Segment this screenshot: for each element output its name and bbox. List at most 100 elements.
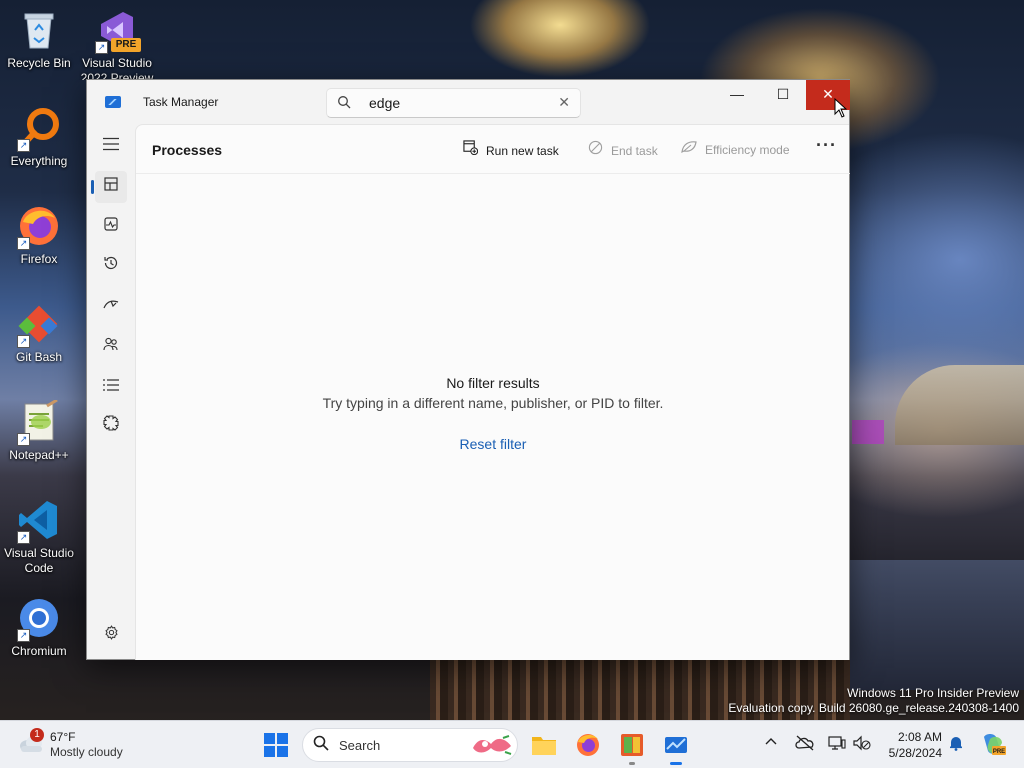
app-icon[interactable] [616, 729, 648, 765]
shortcut-arrow-icon: ↗ [17, 335, 30, 348]
desktop-icon-label: Notepad++ [9, 448, 69, 462]
shortcut-arrow-icon: ↗ [17, 629, 30, 642]
desktop-icon-vscode[interactable]: ↗ Visual Studio Code [1, 498, 77, 576]
efficiency-mode-button[interactable]: Efficiency mode [681, 140, 790, 158]
weather-widget[interactable]: 1 67°F Mostly cloudy [16, 728, 156, 762]
users-icon[interactable] [95, 331, 127, 363]
search-box[interactable]: ✕ [326, 88, 581, 118]
search-icon [337, 95, 351, 112]
volume-muted-icon[interactable] [853, 735, 871, 754]
desktop-icon-firefox[interactable]: ↗ Firefox [1, 204, 77, 267]
run-new-task-button[interactable]: Run new task [462, 140, 559, 158]
sidebar [87, 124, 135, 660]
recycle-bin-icon [17, 8, 61, 52]
wallpaper-building [895, 365, 1024, 445]
vscode-icon: ↗ [17, 498, 61, 544]
end-task-icon [587, 140, 603, 159]
git-bash-icon: ↗ [17, 302, 61, 348]
shortcut-arrow-icon: ↗ [17, 531, 30, 544]
performance-icon[interactable] [95, 211, 127, 243]
start-button[interactable] [264, 733, 288, 757]
firefox-icon: ↗ [17, 204, 61, 250]
efficiency-mode-label: Efficiency mode [705, 143, 790, 157]
desktop-icon-label: Visual Studio 2022 Preview [80, 56, 154, 80]
firefox-icon[interactable] [572, 729, 604, 761]
run-task-icon [462, 140, 478, 159]
windows-logo-pane [264, 746, 275, 757]
shortcut-arrow-icon: ↗ [17, 237, 30, 250]
reset-filter-link[interactable]: Reset filter [460, 436, 527, 452]
search-highlight-icon [471, 734, 513, 756]
empty-state-heading: No filter results [446, 375, 540, 391]
watermark-line-2: Evaluation copy. Build 26080.ge_release.… [728, 701, 1019, 715]
chromium-icon: ↗ [17, 596, 61, 642]
window-title: Task Manager [143, 95, 219, 109]
desktop-icon-label: Everything [10, 154, 68, 168]
desktop-icon-label: Recycle Bin [7, 56, 71, 70]
end-task-button[interactable]: End task [587, 140, 658, 158]
title-bar[interactable]: Task Manager ✕ — ☐ ✕ [87, 80, 850, 124]
maximize-button[interactable]: ☐ [760, 80, 806, 110]
desktop-icon-git-bash[interactable]: ↗ Git Bash [1, 302, 77, 365]
onedrive-offline-icon[interactable] [795, 735, 815, 754]
processes-panel: Processes Run new task End task Efficien… [135, 124, 850, 660]
everything-search-icon: ↗ [17, 106, 61, 152]
notepadpp-icon: ↗ [17, 398, 61, 446]
task-manager-icon[interactable] [660, 729, 692, 765]
app-history-icon[interactable] [95, 251, 127, 283]
weather-alert-badge: 1 [30, 728, 44, 742]
minimize-button[interactable]: — [714, 80, 760, 110]
task-manager-window: Task Manager ✕ — ☐ ✕ [86, 79, 850, 660]
preview-badge: PRE [111, 38, 141, 52]
weather-condition: Mostly cloudy [50, 745, 123, 759]
desktop-icon-recycle-bin[interactable]: Recycle Bin [1, 8, 77, 71]
desktop-icon-visual-studio[interactable]: PRE ↗ Visual Studio 2022 Preview [79, 8, 155, 80]
system-clock[interactable]: 2:08 AM 5/28/2024 [880, 729, 942, 761]
taskbar: 1 67°F Mostly cloudy Search 2:08 AM 5/28… [0, 720, 1024, 768]
services-icon[interactable] [95, 411, 127, 443]
empty-state: No filter results Try typing in a differ… [136, 375, 850, 452]
shortcut-arrow-icon: ↗ [17, 433, 30, 446]
mouse-cursor [834, 97, 848, 121]
taskbar-search-label: Search [339, 738, 381, 753]
menu-icon[interactable] [95, 131, 127, 163]
show-hidden-icons-chevron-icon[interactable] [764, 735, 778, 752]
leaf-icon [681, 140, 697, 158]
clear-search-icon[interactable]: ✕ [558, 94, 570, 111]
taskbar-search[interactable]: Search [302, 728, 518, 762]
settings-icon[interactable] [95, 620, 127, 652]
search-icon [313, 735, 329, 756]
run-new-task-label: Run new task [486, 144, 559, 158]
startup-apps-icon[interactable] [95, 291, 127, 323]
clock-time: 2:08 AM [897, 730, 942, 744]
desktop-icon-label: Visual Studio Code [4, 546, 74, 575]
task-manager-icon [105, 96, 121, 108]
details-icon[interactable] [95, 371, 127, 403]
windows-logo-pane [277, 733, 288, 744]
copilot-preview-icon[interactable]: PRE [980, 731, 1006, 760]
desktop-icon-everything[interactable]: ↗ Everything [1, 106, 77, 169]
command-bar: Processes Run new task End task Efficien… [136, 125, 850, 174]
end-task-label: End task [611, 144, 658, 158]
file-explorer-icon[interactable] [528, 729, 560, 761]
more-options-button[interactable]: ··· [816, 135, 837, 156]
desktop-icon-label: Git Bash [15, 350, 63, 364]
evaluation-watermark: Windows 11 Pro Insider Preview Evaluatio… [728, 686, 1019, 716]
wallpaper-water [850, 560, 1024, 690]
windows-logo-pane [277, 746, 288, 757]
visual-studio-preview-icon: PRE ↗ [95, 8, 141, 54]
processes-icon[interactable] [91, 171, 127, 203]
watermark-line-1: Windows 11 Pro Insider Preview [847, 686, 1019, 700]
network-icon[interactable] [828, 735, 846, 754]
svg-text:PRE: PRE [993, 749, 1005, 755]
search-input[interactable] [369, 94, 539, 112]
weather-temperature: 67°F [50, 730, 76, 744]
wallpaper-sign [852, 420, 884, 444]
desktop-icon-chromium[interactable]: ↗ Chromium [1, 596, 77, 659]
page-title: Processes [152, 142, 223, 158]
shortcut-arrow-icon: ↗ [95, 41, 108, 54]
desktop-icon-notepadpp[interactable]: ↗ Notepad++ [1, 398, 77, 463]
notification-bell-icon[interactable] [948, 735, 964, 754]
shortcut-arrow-icon: ↗ [17, 139, 30, 152]
desktop-icon-label: Chromium [11, 644, 67, 658]
